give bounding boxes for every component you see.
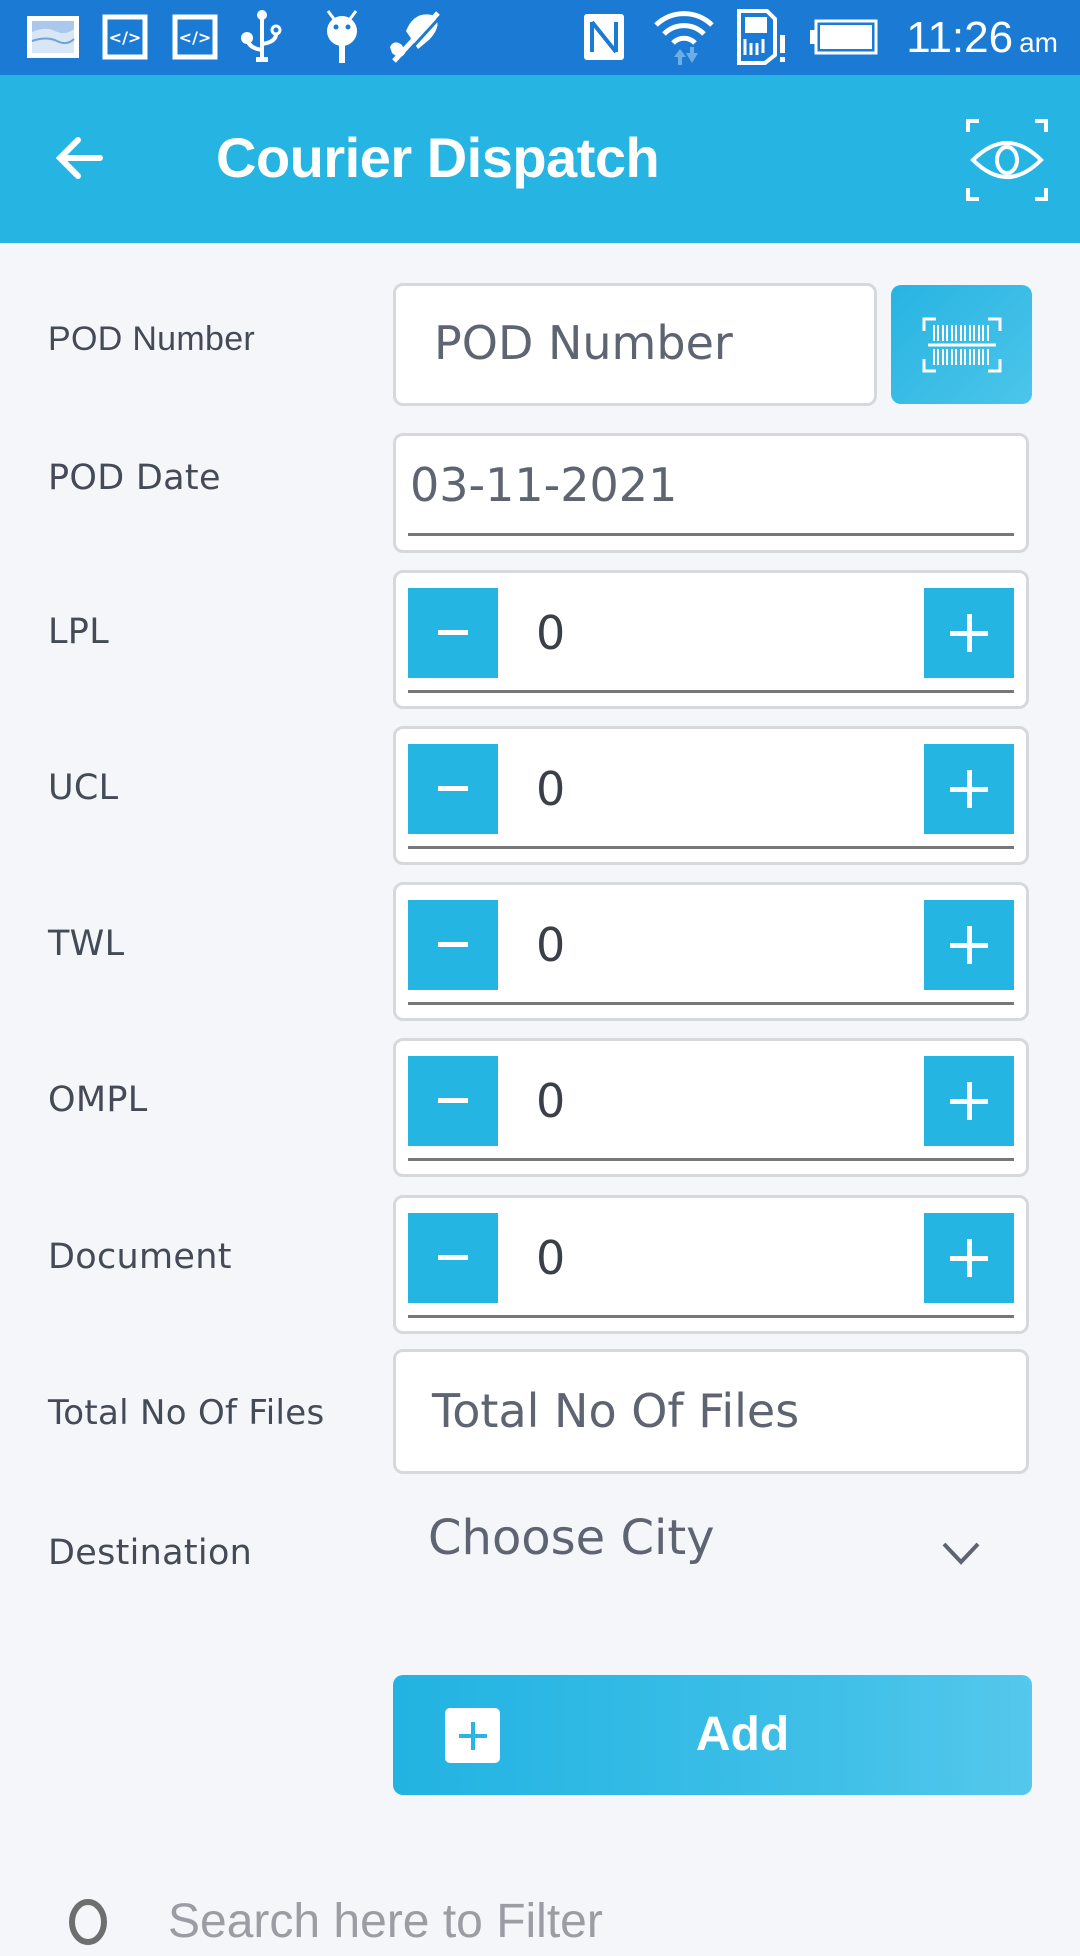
chevron-down-icon xyxy=(942,1542,980,1565)
view-button[interactable] xyxy=(965,118,1049,202)
lpl-stepper: 0 xyxy=(393,570,1029,709)
ucl-underline xyxy=(408,846,1014,849)
pod-number-input[interactable]: POD Number xyxy=(393,283,877,406)
clock-ampm: am xyxy=(1019,27,1058,58)
ompl-increment-button[interactable] xyxy=(924,1056,1014,1146)
lpl-decrement-button[interactable] xyxy=(408,588,498,678)
back-button[interactable] xyxy=(50,125,116,191)
svg-text:</>: </> xyxy=(109,28,142,47)
sim-alert-icon xyxy=(735,9,789,65)
twl-underline xyxy=(408,1002,1014,1005)
destination-label: Destination xyxy=(48,1533,253,1573)
add-button[interactable]: Add xyxy=(393,1675,1032,1795)
lpl-underline xyxy=(408,690,1014,693)
usb-icon xyxy=(240,10,284,62)
clock-time: 11:26 xyxy=(906,13,1014,62)
pod-number-placeholder: POD Number xyxy=(434,316,733,370)
pod-date-underline xyxy=(408,533,1014,536)
minus-icon xyxy=(438,630,468,635)
twl-label: TWL xyxy=(48,924,125,964)
lpl-increment-button[interactable] xyxy=(924,588,1014,678)
code-notification-icon: </> xyxy=(102,12,148,62)
plus-icon xyxy=(950,926,988,964)
document-stepper: 0 xyxy=(393,1195,1029,1334)
add-button-label: Add xyxy=(695,1708,790,1761)
pod-date-value: 03-11-2021 xyxy=(410,458,678,512)
android-debug-icon xyxy=(320,10,364,63)
wifi-icon xyxy=(652,11,716,65)
search-bar[interactable]: Search here to Filter xyxy=(0,1880,1080,1948)
search-input[interactable]: Search here to Filter xyxy=(168,1894,603,1949)
document-increment-button[interactable] xyxy=(924,1213,1014,1303)
document-value[interactable]: 0 xyxy=(536,1216,565,1300)
ompl-stepper: 0 xyxy=(393,1038,1029,1177)
total-files-placeholder: Total No Of Files xyxy=(432,1384,800,1438)
battery-icon xyxy=(808,12,878,62)
ompl-decrement-button[interactable] xyxy=(408,1056,498,1146)
minus-icon xyxy=(438,1098,468,1103)
app-bar: Courier Dispatch xyxy=(0,75,1080,243)
arrow-left-icon xyxy=(55,137,103,179)
ompl-value[interactable]: 0 xyxy=(536,1059,565,1143)
total-files-label: Total No Of Files xyxy=(48,1393,325,1433)
svg-text:</>: </> xyxy=(179,28,212,47)
no-location-icon xyxy=(384,11,444,63)
barcode-scan-icon xyxy=(922,317,1001,372)
destination-selected: Choose City xyxy=(428,1510,715,1566)
plus-icon xyxy=(950,1082,988,1120)
plus-icon xyxy=(950,614,988,652)
scan-barcode-button[interactable] xyxy=(891,285,1032,404)
ucl-stepper: 0 xyxy=(393,726,1029,865)
page-title: Courier Dispatch xyxy=(216,126,660,189)
ucl-decrement-button[interactable] xyxy=(408,744,498,834)
twl-stepper: 0 xyxy=(393,882,1029,1021)
code-notification-icon: </> xyxy=(172,12,218,62)
minus-icon xyxy=(438,942,468,947)
twl-increment-button[interactable] xyxy=(924,900,1014,990)
lpl-label: LPL xyxy=(48,612,110,652)
total-files-input[interactable]: Total No Of Files xyxy=(393,1349,1029,1474)
ucl-label: UCL xyxy=(48,768,119,808)
lpl-value[interactable]: 0 xyxy=(536,591,565,675)
minus-icon xyxy=(438,786,468,791)
pod-date-label: POD Date xyxy=(48,458,221,498)
document-decrement-button[interactable] xyxy=(408,1213,498,1303)
status-bar: </> </> 11:26 am xyxy=(0,0,1080,75)
search-icon xyxy=(69,1899,107,1945)
ucl-increment-button[interactable] xyxy=(924,744,1014,834)
twl-value[interactable]: 0 xyxy=(536,903,565,987)
plus-icon xyxy=(950,770,988,808)
pod-date-input[interactable]: 03-11-2021 xyxy=(393,433,1029,553)
pod-number-label: POD Number xyxy=(48,320,256,358)
gallery-notification-icon xyxy=(25,12,81,62)
eye-scan-icon xyxy=(966,119,1048,201)
document-label: Document xyxy=(48,1237,232,1277)
document-underline xyxy=(408,1315,1014,1318)
ucl-value[interactable]: 0 xyxy=(536,747,565,831)
minus-icon xyxy=(438,1255,468,1260)
nfc-icon xyxy=(582,12,626,62)
plus-icon xyxy=(950,1239,988,1277)
ompl-underline xyxy=(408,1158,1014,1161)
twl-decrement-button[interactable] xyxy=(408,900,498,990)
ompl-label: OMPL xyxy=(48,1080,148,1120)
clock: 11:26 am xyxy=(906,10,1058,65)
